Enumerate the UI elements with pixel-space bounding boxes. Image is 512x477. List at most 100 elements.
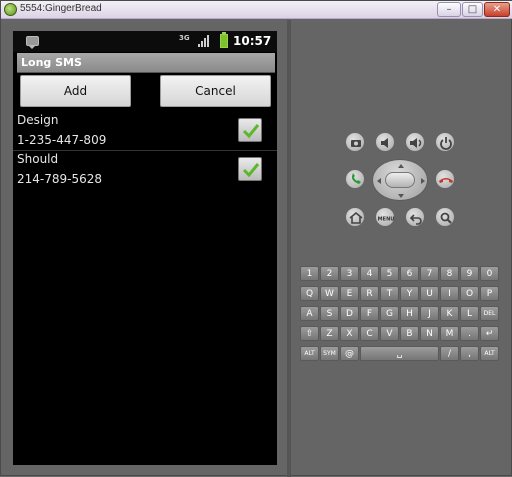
- sym-key[interactable]: SYM: [320, 346, 339, 361]
- key[interactable]: /: [440, 346, 459, 361]
- camera-icon: [351, 140, 361, 147]
- key[interactable]: ,: [460, 346, 479, 361]
- key[interactable]: U: [420, 286, 439, 301]
- battery-icon: [220, 32, 228, 48]
- key[interactable]: S: [320, 306, 339, 321]
- maximize-button[interactable]: □: [462, 2, 483, 17]
- delete-key[interactable]: DEL: [480, 306, 499, 321]
- home-icon: [349, 211, 363, 224]
- search-icon: [440, 212, 452, 224]
- message-notification-icon: [26, 36, 39, 49]
- contact-name: Should: [17, 152, 59, 166]
- search-button[interactable]: [435, 207, 455, 227]
- call-icon: [351, 173, 361, 184]
- contact-phone: 214-789-5628: [17, 172, 103, 186]
- key[interactable]: Z: [320, 326, 339, 341]
- camera-button[interactable]: [345, 132, 365, 152]
- panel-divider: [287, 20, 291, 477]
- volume-up-button[interactable]: [405, 132, 425, 152]
- key[interactable]: N: [420, 326, 439, 341]
- power-button[interactable]: [435, 132, 455, 152]
- key[interactable]: B: [400, 326, 419, 341]
- contact-list-item[interactable]: Design 1-235-447-809: [13, 113, 277, 153]
- device-screen: 3G 10:57 Long SMS Add Cancel Design 1-23…: [13, 31, 277, 465]
- menu-button[interactable]: MENU: [375, 207, 395, 227]
- key[interactable]: E: [340, 286, 359, 301]
- alt-key[interactable]: ALT: [480, 346, 499, 361]
- key[interactable]: F: [360, 306, 379, 321]
- space-key[interactable]: ␣: [360, 346, 439, 361]
- menu-icon: MENU: [378, 217, 395, 223]
- volume-down-button[interactable]: [375, 132, 395, 152]
- hardware-keyboard: 1 2 3 4 5 6 7 8 9 0 Q W E R T Y U I O P …: [300, 266, 500, 363]
- alt-key[interactable]: ALT: [300, 346, 319, 361]
- enter-key[interactable]: ↵: [480, 326, 499, 341]
- key[interactable]: A: [300, 306, 319, 321]
- key[interactable]: @: [340, 346, 359, 361]
- key[interactable]: T: [380, 286, 399, 301]
- key[interactable]: M: [440, 326, 459, 341]
- key[interactable]: I: [440, 286, 459, 301]
- key[interactable]: H: [400, 306, 419, 321]
- key[interactable]: .: [460, 326, 479, 341]
- key[interactable]: 0: [480, 266, 499, 281]
- add-button[interactable]: Add: [20, 75, 131, 107]
- network-type-label: 3G: [179, 34, 190, 42]
- key[interactable]: 7: [420, 266, 439, 281]
- checkmark-icon: [242, 124, 260, 139]
- key[interactable]: 2: [320, 266, 339, 281]
- cancel-button[interactable]: Cancel: [160, 75, 271, 107]
- key[interactable]: J: [420, 306, 439, 321]
- volume-up-icon: [410, 138, 422, 148]
- app-title-bar: Long SMS: [17, 53, 275, 73]
- list-divider: [13, 150, 277, 151]
- key[interactable]: 3: [340, 266, 359, 281]
- back-arrow-icon: [409, 214, 422, 225]
- key[interactable]: W: [320, 286, 339, 301]
- window-titlebar: 5554:GingerBread – □ ✕: [1, 1, 512, 19]
- power-icon: [440, 137, 452, 150]
- key[interactable]: P: [480, 286, 499, 301]
- volume-down-icon: [381, 138, 388, 148]
- signal-icon: [198, 35, 211, 47]
- window-title: 5554:GingerBread: [20, 3, 102, 14]
- key[interactable]: 5: [380, 266, 399, 281]
- emulator-window: 5554:GingerBread – □ ✕ 3G 10:57 Long SMS…: [0, 0, 512, 477]
- close-button[interactable]: ✕: [484, 2, 510, 17]
- emulator-app-icon: [4, 3, 17, 16]
- status-time: 10:57: [233, 34, 272, 48]
- end-call-icon: [439, 178, 453, 183]
- key[interactable]: Q: [300, 286, 319, 301]
- key[interactable]: L: [460, 306, 479, 321]
- key[interactable]: 6: [400, 266, 419, 281]
- shift-key[interactable]: ⇧: [300, 326, 319, 341]
- home-button[interactable]: [345, 207, 365, 227]
- key[interactable]: 9: [460, 266, 479, 281]
- contact-list-item[interactable]: Should 214-789-5628: [13, 152, 277, 192]
- key[interactable]: C: [360, 326, 379, 341]
- dpad-center-button[interactable]: [385, 172, 415, 188]
- contact-phone: 1-235-447-809: [17, 133, 107, 147]
- app-title: Long SMS: [21, 56, 82, 69]
- contact-name: Design: [17, 113, 59, 127]
- call-button[interactable]: [345, 169, 365, 189]
- end-call-button[interactable]: [435, 169, 455, 189]
- key[interactable]: V: [380, 326, 399, 341]
- key[interactable]: K: [440, 306, 459, 321]
- key[interactable]: G: [380, 306, 399, 321]
- key[interactable]: 4: [360, 266, 379, 281]
- status-bar: 3G 10:57: [13, 31, 277, 52]
- menu-label: MENU: [378, 217, 395, 223]
- key[interactable]: X: [340, 326, 359, 341]
- checkmark-icon: [242, 163, 260, 178]
- key[interactable]: O: [460, 286, 479, 301]
- contact-checkbox[interactable]: [238, 118, 262, 142]
- key[interactable]: Y: [400, 286, 419, 301]
- key[interactable]: D: [340, 306, 359, 321]
- key[interactable]: R: [360, 286, 379, 301]
- contact-checkbox[interactable]: [238, 157, 262, 181]
- minimize-button[interactable]: –: [437, 2, 461, 17]
- back-button[interactable]: [405, 207, 425, 227]
- key[interactable]: 8: [440, 266, 459, 281]
- key[interactable]: 1: [300, 266, 319, 281]
